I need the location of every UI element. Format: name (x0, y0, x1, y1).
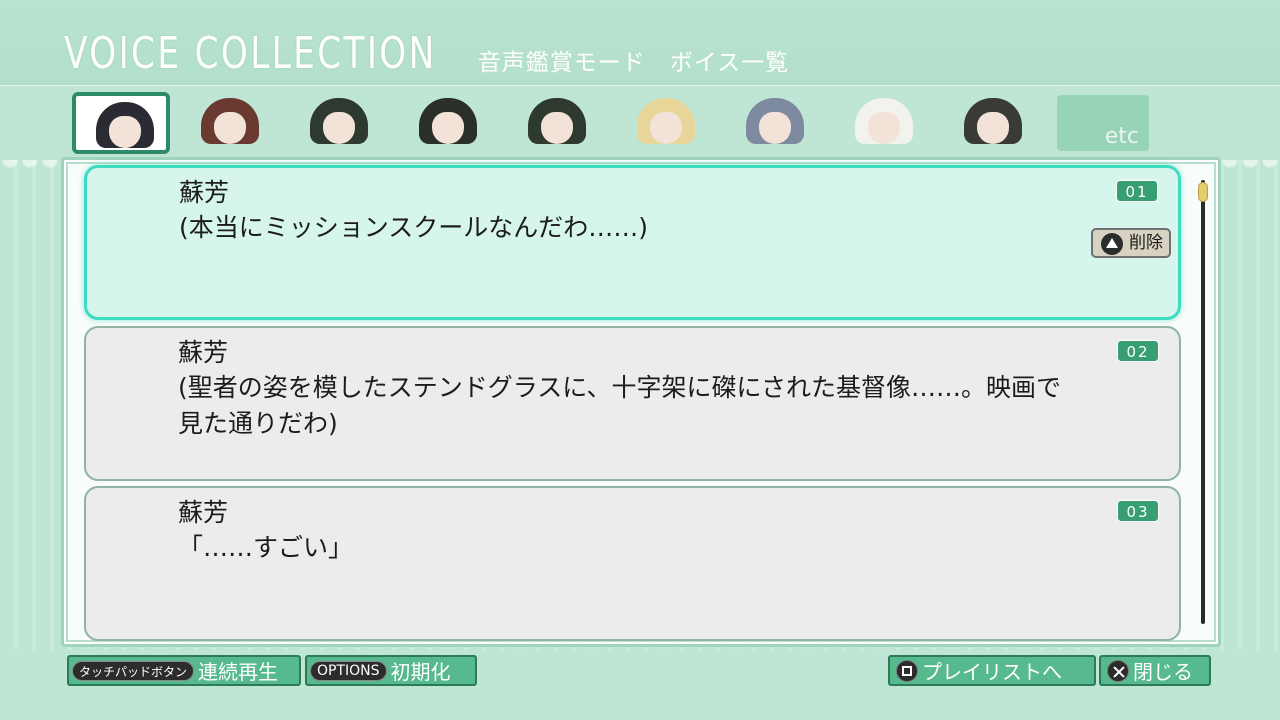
character-face (868, 112, 900, 144)
character-face (109, 116, 141, 148)
character-tab[interactable] (399, 92, 497, 154)
continuous-play-button[interactable]: タッチパッドボタン 連続再生 (67, 655, 301, 686)
reset-button[interactable]: OPTIONS 初期化 (305, 655, 477, 686)
voice-list-panel: 蘇芳 (本当にミッションスクールなんだわ……) 01 削除 蘇芳 (聖者の姿を模… (61, 157, 1221, 647)
page-subtitle: 音声鑑賞モード ボイス一覧 (477, 50, 790, 76)
etc-tab[interactable]: etc (1057, 95, 1149, 151)
character-tab[interactable] (726, 92, 824, 154)
character-face (541, 112, 573, 144)
voice-entry[interactable]: 蘇芳 「……すごい」 03 (84, 486, 1181, 641)
speaker-name: 蘇芳 (179, 178, 230, 207)
character-tab[interactable] (290, 92, 388, 154)
character-tab[interactable] (617, 92, 715, 154)
voice-line: (聖者の姿を模したステンドグラスに、十字架に磔にされた基督像……。映画で見た通り… (178, 373, 1062, 438)
voice-line: (本当にミッションスクールなんだわ……) (179, 213, 649, 242)
voice-line: 「……すごい」 (178, 533, 354, 562)
character-face (214, 112, 246, 144)
touchpad-tag: タッチパッドボタン (72, 660, 195, 681)
character-tab[interactable] (72, 92, 170, 154)
close-label: 閉じる (1133, 660, 1193, 684)
character-tab[interactable] (181, 92, 279, 154)
entry-number: 03 (1117, 500, 1159, 522)
character-face (432, 112, 464, 144)
square-button-icon (896, 659, 918, 682)
playlist-label: プレイリストへ (922, 660, 1062, 684)
entry-number: 02 (1117, 340, 1159, 362)
delete-button[interactable]: 削除 (1091, 228, 1171, 258)
character-face (759, 112, 791, 144)
header: VOICE COLLECTION 音声鑑賞モード ボイス一覧 (64, 30, 789, 78)
delete-label: 削除 (1129, 233, 1163, 253)
entry-number: 01 (1116, 180, 1158, 202)
speaker-name: 蘇芳 (178, 498, 229, 527)
character-tab[interactable] (835, 92, 933, 154)
options-tag: OPTIONS (310, 660, 387, 681)
character-face (977, 112, 1009, 144)
character-face (650, 112, 682, 144)
scrollbar-thumb[interactable] (1198, 182, 1208, 202)
continuous-play-label: 連続再生 (198, 660, 279, 684)
close-button[interactable]: 閉じる (1099, 655, 1211, 686)
character-tab[interactable] (508, 92, 606, 154)
triangle-button-icon (1101, 233, 1123, 255)
reset-label: 初期化 (390, 660, 451, 684)
page-title: VOICE COLLECTION (64, 28, 437, 79)
character-face (323, 112, 355, 144)
character-tab[interactable] (944, 92, 1042, 154)
character-tabs: etc (72, 92, 1149, 154)
voice-entry[interactable]: 蘇芳 (聖者の姿を模したステンドグラスに、十字架に磔にされた基督像……。映画で見… (84, 326, 1181, 481)
scrollbar[interactable] (1198, 180, 1208, 624)
playlist-button[interactable]: プレイリストへ (888, 655, 1096, 686)
cross-button-icon (1107, 659, 1129, 682)
speaker-name: 蘇芳 (178, 338, 229, 367)
etc-tab-label: etc (1104, 124, 1139, 149)
voice-entry[interactable]: 蘇芳 (本当にミッションスクールなんだわ……) 01 削除 (84, 165, 1181, 320)
